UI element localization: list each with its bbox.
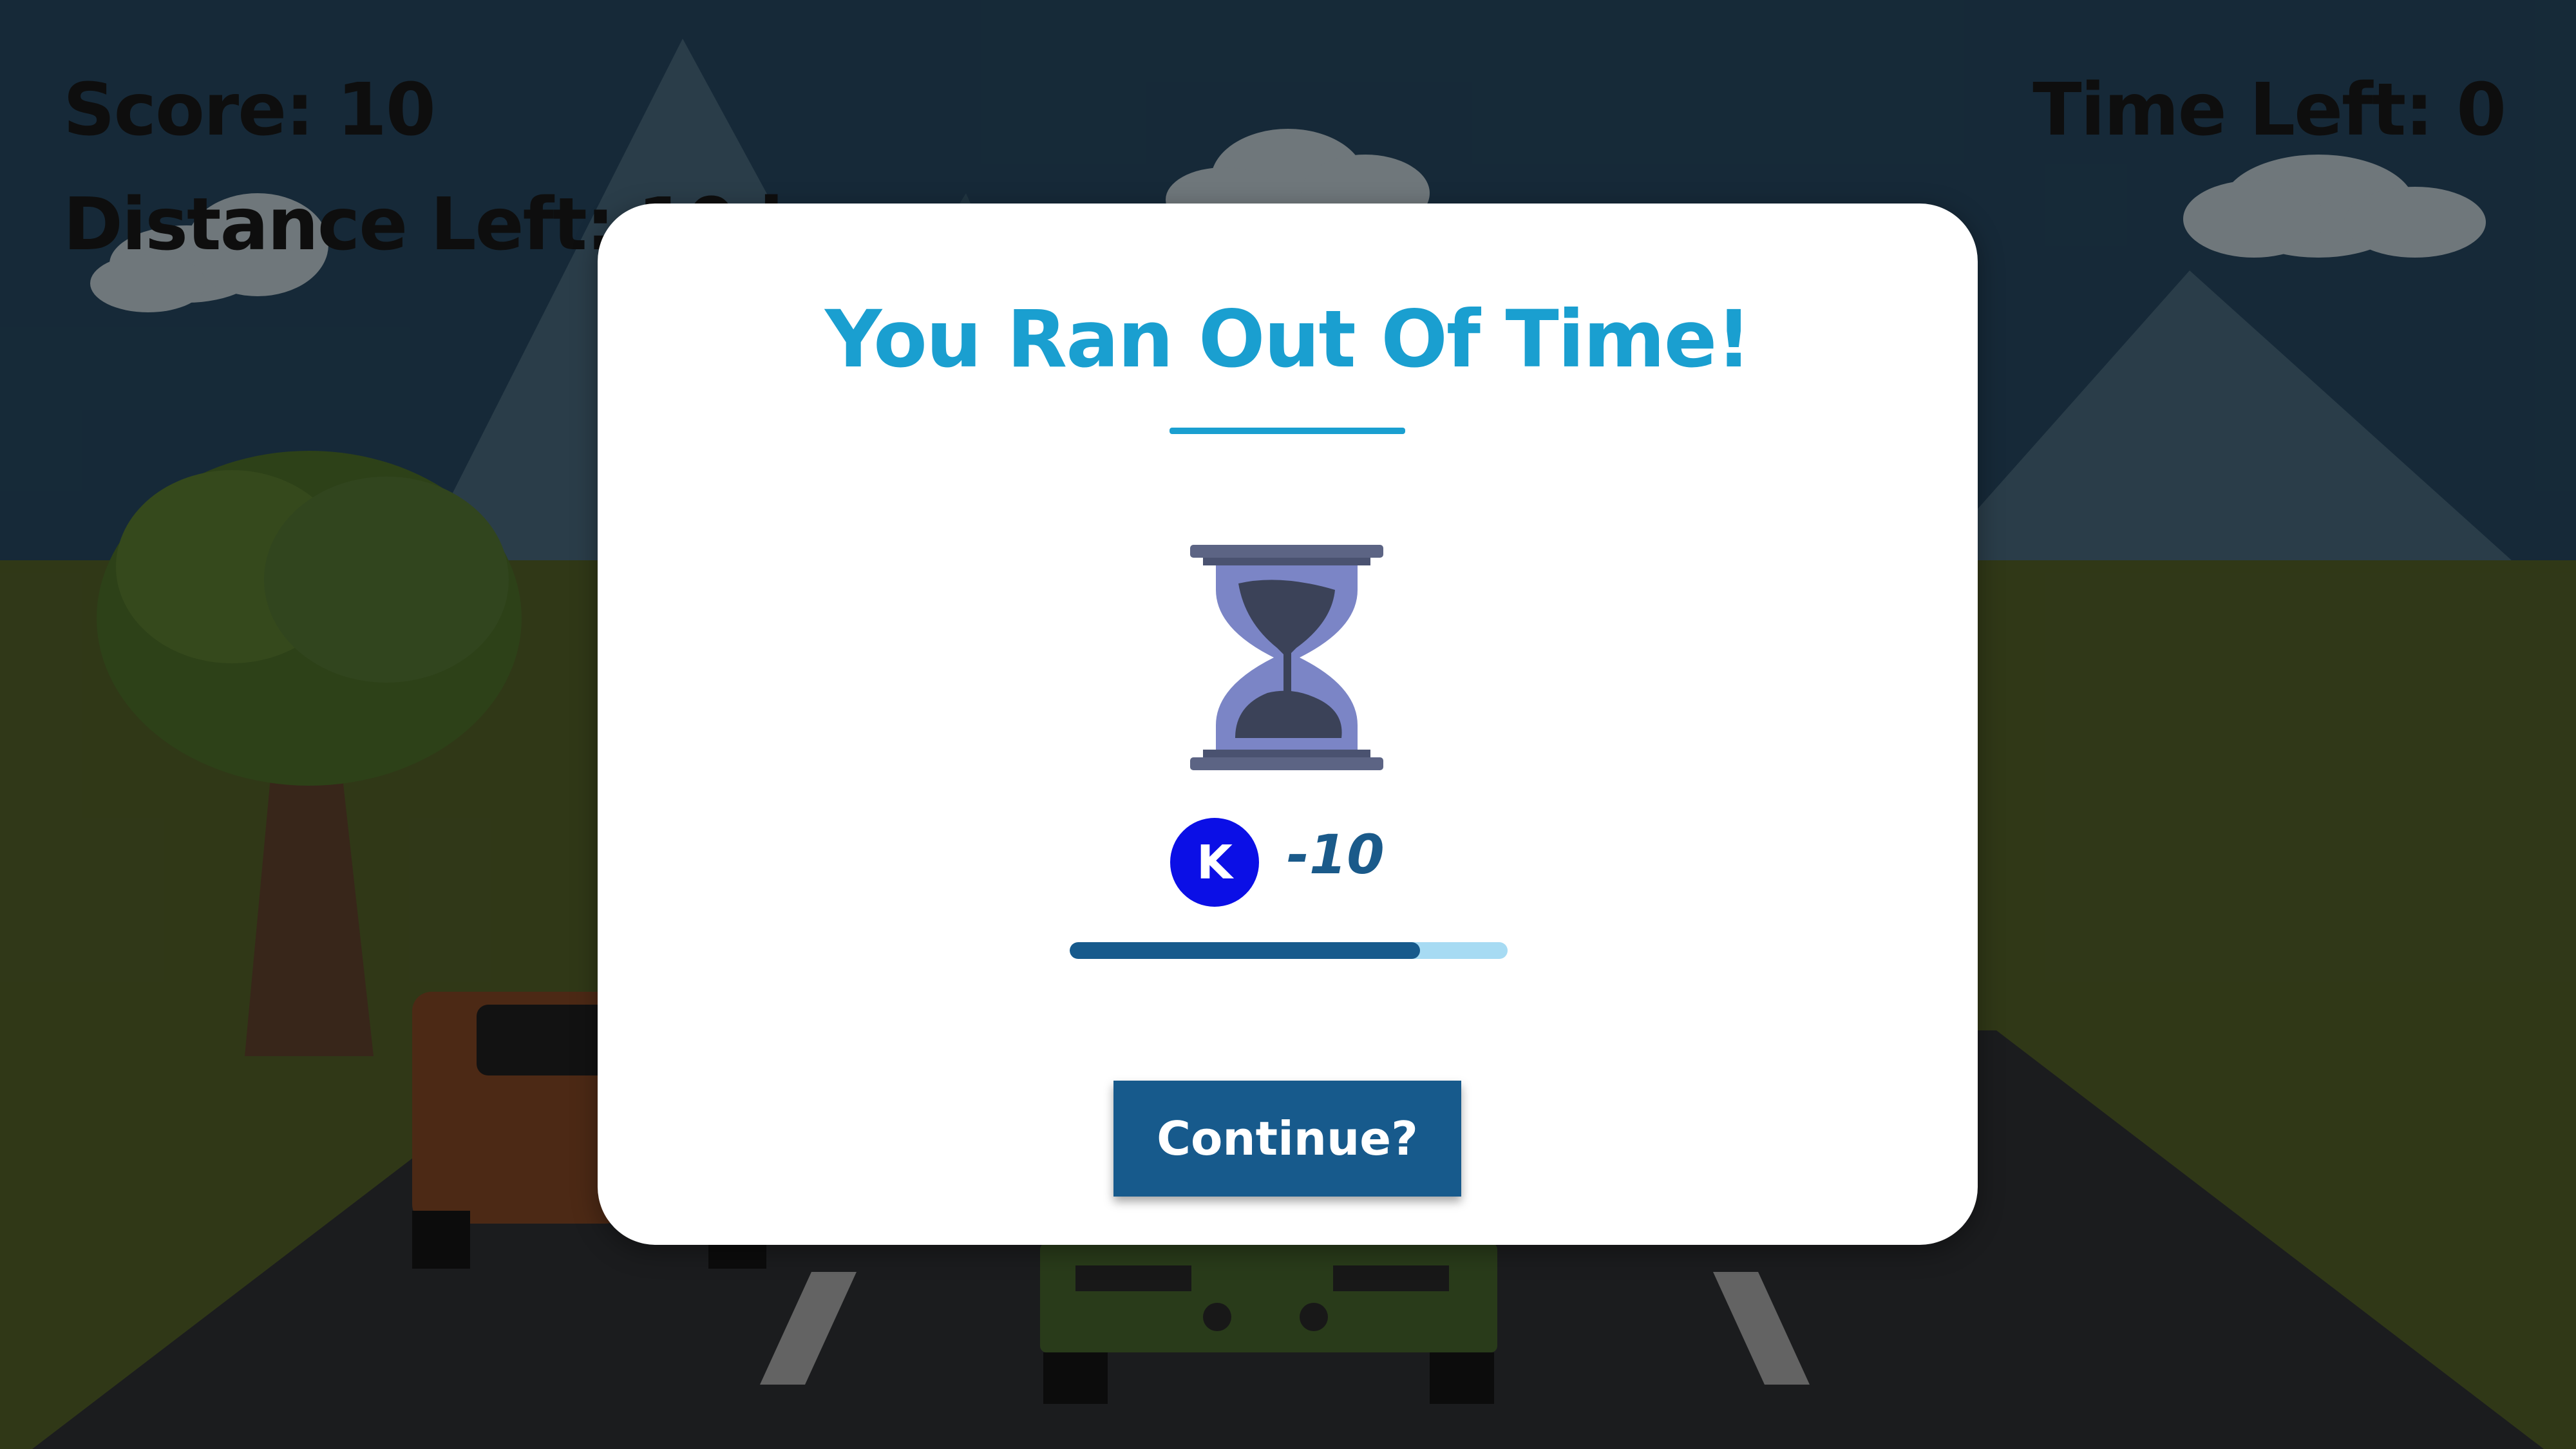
progress-bar xyxy=(1070,942,1508,959)
dialog-title: You Ran Out Of Time! xyxy=(824,294,1752,385)
out-of-time-dialog: You Ran Out Of Time! K -10 Continue? xyxy=(598,204,1978,1245)
title-underline xyxy=(1170,428,1405,434)
progress-fill xyxy=(1070,942,1420,959)
coin-icon: K xyxy=(1170,818,1259,907)
score-penalty: -10 xyxy=(1287,823,1385,886)
continue-button[interactable]: Continue? xyxy=(1113,1081,1461,1197)
hourglass-icon xyxy=(1190,545,1383,770)
